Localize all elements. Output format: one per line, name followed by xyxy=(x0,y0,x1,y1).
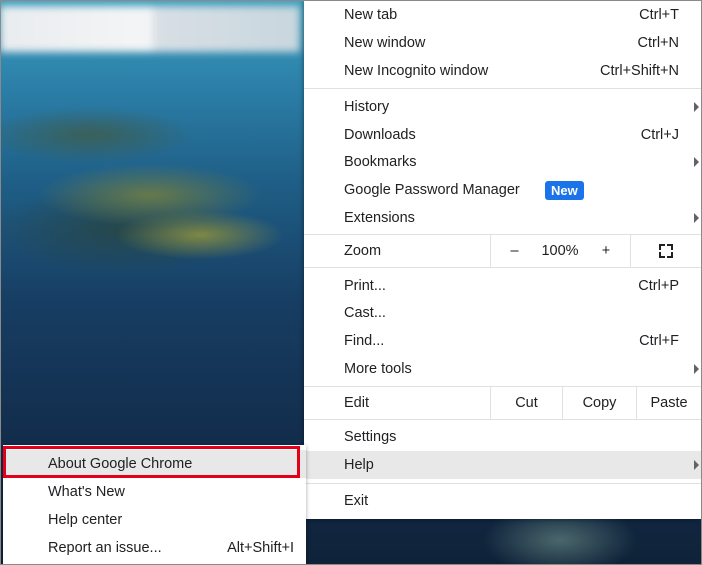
menu-item-label: History xyxy=(344,99,390,115)
menu-item-label: Help xyxy=(344,457,374,473)
menu-item-exit[interactable]: Exit xyxy=(304,487,701,515)
menu-item-shortcut: Ctrl+J xyxy=(640,127,679,143)
menu-item-cast[interactable]: Cast... xyxy=(304,299,701,327)
fullscreen-icon xyxy=(659,244,673,258)
submenu-item-help-center[interactable]: Help center xyxy=(3,506,306,534)
fullscreen-button[interactable] xyxy=(630,235,701,267)
menu-item-label: Find... xyxy=(344,333,385,349)
submenu-item-shortcut: Alt+Shift+I xyxy=(227,540,294,556)
submenu-item-about-google-chrome[interactable]: About Google Chrome xyxy=(3,450,306,478)
submenu-arrow-icon xyxy=(694,102,699,112)
submenu-item-label: What's New xyxy=(48,484,125,500)
menu-item-shortcut: Ctrl+T xyxy=(639,7,679,23)
menu-item-new-tab[interactable]: New tab Ctrl+T xyxy=(304,1,701,29)
edit-label: Edit xyxy=(344,395,369,411)
new-badge: New xyxy=(545,180,584,200)
menu-separator xyxy=(304,267,701,268)
minus-icon: – xyxy=(510,243,519,259)
menu-item-label: Exit xyxy=(344,493,369,509)
copy-label: Copy xyxy=(582,395,617,411)
menu-item-label: New Incognito window xyxy=(344,63,489,79)
menu-item-shortcut: Ctrl+F xyxy=(639,333,679,349)
menu-separator xyxy=(304,419,701,420)
menu-item-label: More tools xyxy=(344,361,412,377)
menu-item-help[interactable]: Help xyxy=(304,451,701,479)
menu-item-label: Cast... xyxy=(344,305,386,321)
menu-separator xyxy=(304,483,701,484)
plus-icon: + xyxy=(601,243,611,259)
cut-label: Cut xyxy=(515,395,538,411)
menu-item-password-manager[interactable]: Google Password Manager New xyxy=(304,176,701,204)
menu-item-new-incognito-window[interactable]: New Incognito window Ctrl+Shift+N xyxy=(304,57,701,85)
zoom-in-button[interactable]: + xyxy=(582,235,630,267)
menu-item-label: Settings xyxy=(344,429,397,445)
menu-item-label: Downloads xyxy=(344,127,416,143)
cut-button[interactable]: Cut xyxy=(490,387,562,419)
submenu-arrow-icon xyxy=(694,213,699,223)
menu-item-bookmarks[interactable]: Bookmarks xyxy=(304,148,701,176)
menu-item-label: Extensions xyxy=(344,210,415,226)
menu-item-shortcut: Ctrl+P xyxy=(638,278,679,294)
submenu-item-label: Help center xyxy=(48,512,123,528)
submenu-item-label: About Google Chrome xyxy=(48,456,193,472)
menu-item-find[interactable]: Find... Ctrl+F xyxy=(304,327,701,355)
menu-item-label: Google Password Manager xyxy=(344,182,520,198)
zoom-label: Zoom xyxy=(344,243,382,259)
submenu-item-report-an-issue[interactable]: Report an issue... Alt+Shift+I xyxy=(3,534,306,562)
zoom-level-value: 100% xyxy=(541,243,579,259)
paste-label: Paste xyxy=(650,395,688,411)
menu-separator xyxy=(304,88,701,89)
copy-button[interactable]: Copy xyxy=(562,387,636,419)
menu-item-shortcut: Ctrl+N xyxy=(637,35,680,51)
paste-button[interactable]: Paste xyxy=(636,387,701,419)
menu-item-label: New tab xyxy=(344,7,398,23)
menu-item-downloads[interactable]: Downloads Ctrl+J xyxy=(304,121,701,149)
menu-item-shortcut: Ctrl+Shift+N xyxy=(600,63,679,79)
menu-item-new-window[interactable]: New window Ctrl+N xyxy=(304,29,701,57)
help-submenu: About Google Chrome What's New Help cent… xyxy=(3,445,306,564)
chrome-main-menu: New tab Ctrl+T New window Ctrl+N New Inc… xyxy=(304,0,701,519)
submenu-item-whats-new[interactable]: What's New xyxy=(3,478,306,506)
edit-row: Edit Cut Copy Paste xyxy=(304,387,701,419)
menu-item-label: New window xyxy=(344,35,426,51)
submenu-item-label: Report an issue... xyxy=(48,540,162,556)
menu-item-print[interactable]: Print... Ctrl+P xyxy=(304,272,701,300)
submenu-arrow-icon xyxy=(694,460,699,470)
menu-item-label: Bookmarks xyxy=(344,154,417,170)
menu-item-label: Print... xyxy=(344,278,386,294)
menu-item-more-tools[interactable]: More tools xyxy=(304,355,701,383)
menu-item-history[interactable]: History xyxy=(304,93,701,121)
menu-item-settings[interactable]: Settings xyxy=(304,423,701,451)
zoom-level: 100% xyxy=(538,235,582,267)
submenu-arrow-icon xyxy=(694,364,699,374)
menu-item-extensions[interactable]: Extensions xyxy=(304,204,701,232)
zoom-row: Zoom – 100% + xyxy=(304,235,701,267)
blurred-toolbar-area xyxy=(0,6,300,52)
submenu-arrow-icon xyxy=(694,157,699,167)
zoom-out-button[interactable]: – xyxy=(490,235,538,267)
